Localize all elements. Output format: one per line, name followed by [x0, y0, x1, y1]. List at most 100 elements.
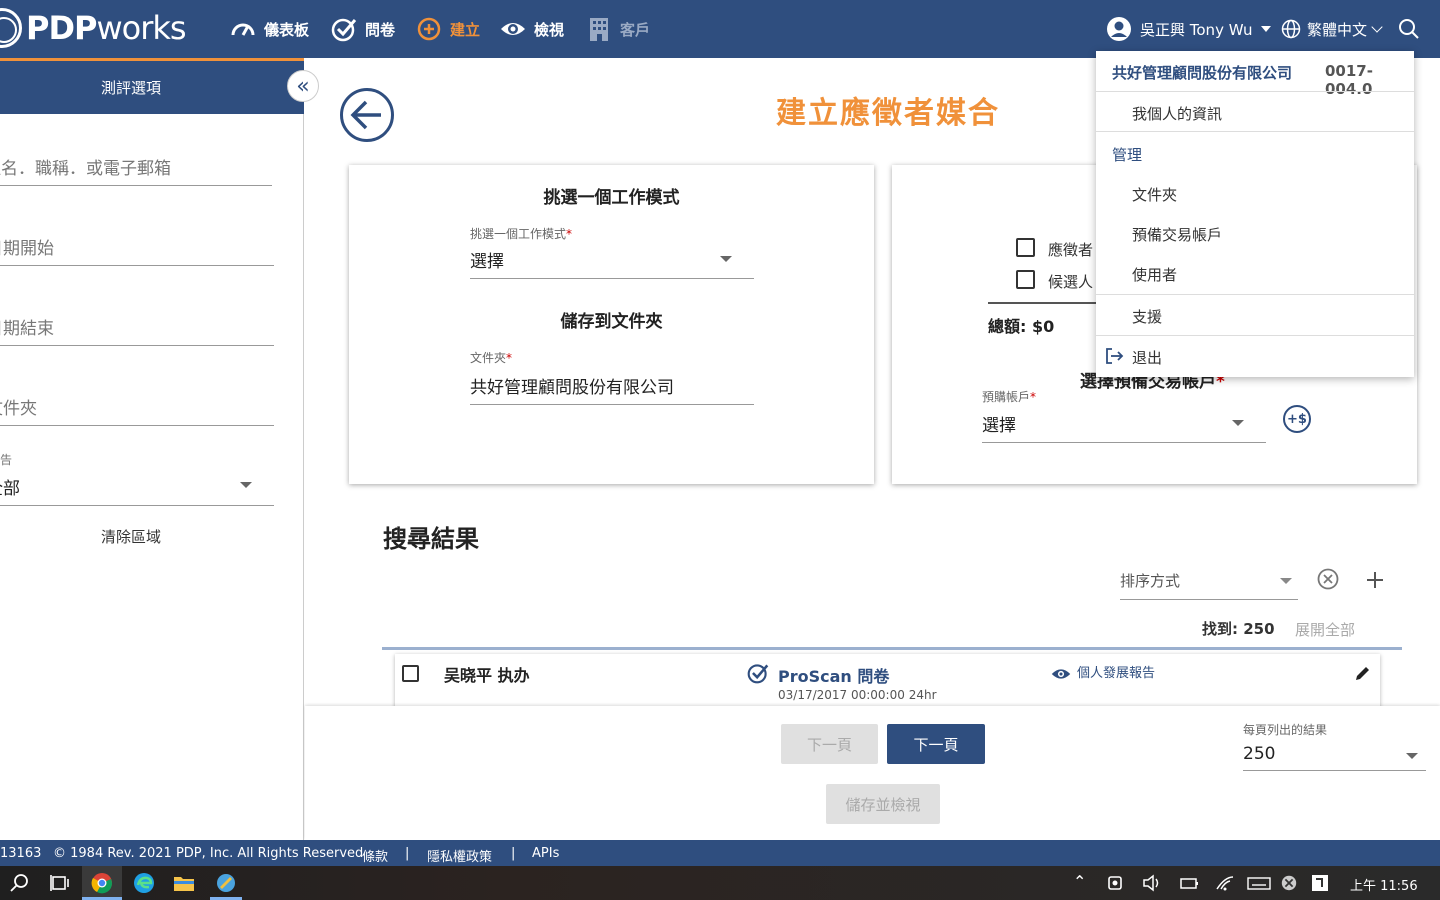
search-input[interactable]: 姓名．職稱．或電子郵箱	[0, 154, 272, 186]
save-and-view-button[interactable]: 儲存並檢視	[826, 784, 940, 824]
chevron-down-icon	[1260, 26, 1271, 32]
account-select[interactable]: 選擇	[982, 411, 1266, 443]
caret-down-icon	[1406, 753, 1418, 759]
footer-separator: |	[511, 846, 516, 861]
applicant-checkbox[interactable]	[1016, 238, 1035, 257]
file-explorer-icon[interactable]	[172, 871, 196, 895]
assessment-options-sidebar: 測評選項 姓名．職稱．或電子郵箱 日期開始 日期結束 文件夾 報告 全部 清除區…	[0, 58, 304, 840]
meet-now-icon[interactable]	[1106, 871, 1126, 895]
folder-field[interactable]: 共好管理顧問股份有限公司	[470, 373, 754, 405]
keyboard-icon[interactable]	[1246, 871, 1272, 895]
logo-globe-icon	[0, 8, 22, 48]
search-placeholder: 姓名．職稱．或電子郵箱	[0, 159, 171, 179]
search-icon[interactable]	[8, 871, 32, 895]
result-row[interactable]: 吴晓平 执办 ProScan 問卷 03/17/2017 00:00:00 24…	[395, 654, 1380, 714]
logout-icon	[1106, 348, 1124, 364]
user-menu[interactable]: 吳正興 Tony Wu	[1106, 0, 1271, 58]
caret-down-icon	[1280, 578, 1292, 584]
pdpworks-logo[interactable]: PDPworks	[0, 8, 187, 48]
dropdown-my-info[interactable]: 我個人的資訊	[1132, 103, 1440, 124]
nav-dashboard[interactable]: 儀表板	[230, 0, 309, 58]
input-method-icon[interactable]	[1310, 871, 1330, 895]
dropdown-company-code: 0017-004.0	[1325, 62, 1373, 98]
edge-icon[interactable]	[132, 871, 156, 895]
nav-create[interactable]: 建立	[416, 0, 480, 58]
app-icon[interactable]	[214, 871, 238, 895]
candidate-label: 候選人	[1048, 273, 1094, 291]
row-checkbox[interactable]	[402, 665, 419, 682]
eye-icon	[501, 23, 525, 35]
chevron-up-icon[interactable]: ⌃	[1073, 872, 1086, 891]
nav-view[interactable]: 檢視	[500, 0, 564, 58]
add-sort-icon[interactable]	[1365, 570, 1385, 590]
required-marker: *	[1030, 390, 1037, 404]
add-funds-icon[interactable]: +$	[1283, 405, 1311, 433]
required-marker: *	[566, 227, 573, 241]
nav-dashboard-label: 儀表板	[264, 20, 310, 39]
dropdown-divider	[1096, 131, 1414, 132]
job-model-heading: 挑選一個工作模式	[543, 188, 680, 208]
footer-privacy-link[interactable]: 隱私權政策	[427, 846, 492, 865]
folder-input[interactable]: 文件夾	[0, 394, 274, 426]
date-end-input[interactable]: 日期結束	[0, 314, 274, 346]
ime-off-icon[interactable]	[1280, 871, 1298, 895]
footer-copyright: © 1984 Rev. 2021 PDP, Inc. All Rights Re…	[53, 846, 364, 861]
sort-select[interactable]: 排序方式	[1120, 570, 1298, 600]
footer-separator: |	[405, 846, 410, 861]
dropdown-prepaid-accounts[interactable]: 預備交易帳戶	[1132, 224, 1440, 245]
wifi-icon[interactable]	[1214, 871, 1236, 895]
chrome-icon[interactable]	[90, 871, 114, 895]
sort-placeholder: 排序方式	[1120, 572, 1181, 590]
sidebar-title: 測評選項	[100, 79, 161, 97]
taskbar-clock[interactable]: 上午 11:56	[1350, 875, 1418, 894]
user-dropdown-menu: 共好管理顧問股份有限公司 0017-004.0 我個人的資訊 管理 文件夾 預備…	[1096, 51, 1414, 377]
job-model-label-text: 挑選一個工作模式	[470, 227, 567, 241]
date-start-input[interactable]: 日期開始	[0, 234, 274, 266]
prev-page-button[interactable]: 下一頁	[781, 724, 878, 764]
nav-survey[interactable]: 問卷	[331, 0, 395, 58]
expand-all-button[interactable]: 展開全部	[1295, 619, 1355, 640]
nav-clients[interactable]: 客戶	[586, 0, 650, 58]
windows-taskbar: ⌃ 上午 11:56	[0, 866, 1440, 900]
back-button[interactable]	[340, 88, 394, 142]
dropdown-folders[interactable]: 文件夾	[1132, 184, 1440, 205]
user-avatar-icon	[1107, 17, 1131, 41]
job-model-select[interactable]: 選擇	[470, 247, 754, 279]
clear-sort-icon[interactable]	[1317, 568, 1339, 590]
required-marker: *	[506, 351, 513, 365]
plus-circle-icon	[417, 17, 441, 41]
footer-apis-link[interactable]: APIs	[532, 846, 559, 861]
row-report[interactable]: 個人發展報告	[1077, 662, 1155, 681]
dropdown-divider	[1096, 335, 1414, 336]
report-select[interactable]: 全部	[0, 474, 274, 506]
task-view-icon[interactable]	[48, 871, 72, 895]
battery-icon[interactable]	[1178, 871, 1200, 895]
dropdown-support[interactable]: 支援	[1132, 306, 1440, 327]
arrow-left-icon	[350, 100, 381, 130]
row-survey[interactable]: ProScan 問卷	[778, 663, 889, 687]
gauge-icon	[231, 23, 255, 36]
eye-icon	[1051, 669, 1071, 679]
date-end-placeholder: 日期結束	[0, 319, 54, 339]
footer-terms-link[interactable]: 條款	[362, 846, 388, 865]
results-divider	[382, 647, 1402, 650]
volume-icon[interactable]	[1142, 871, 1162, 895]
applicant-label: 應徵者	[1048, 241, 1094, 259]
dropdown-users[interactable]: 使用者	[1132, 264, 1440, 285]
row-name[interactable]: 吴晓平 执办	[444, 662, 530, 686]
language-menu[interactable]: 繁體中文	[1281, 0, 1383, 58]
pencil-icon[interactable]	[1354, 664, 1372, 682]
caret-down-icon	[1232, 420, 1244, 426]
building-icon	[590, 18, 608, 41]
user-name: 吳正興 Tony Wu	[1140, 20, 1253, 39]
collapse-sidebar-icon[interactable]: «	[287, 70, 319, 102]
search-icon[interactable]	[1398, 18, 1420, 40]
dropdown-logout[interactable]: 退出	[1132, 347, 1440, 368]
candidate-checkbox[interactable]	[1016, 270, 1035, 289]
next-page-button[interactable]: 下一頁	[887, 724, 985, 764]
per-page-select[interactable]: 250	[1243, 744, 1426, 771]
caret-down-icon	[720, 256, 732, 262]
sidebar-header: 測評選項	[0, 58, 304, 114]
account-label-text: 預購帳戶	[982, 390, 1031, 404]
clear-fields-button[interactable]: 清除區域	[0, 526, 262, 547]
